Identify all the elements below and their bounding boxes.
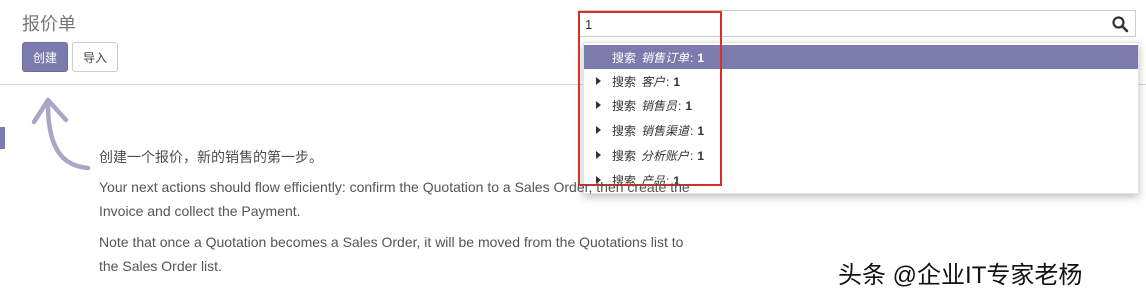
- autocomplete-item-text: 搜索 销售订单: 1: [612, 49, 704, 66]
- item-value: 1: [697, 148, 705, 163]
- item-colon: :: [690, 123, 694, 138]
- import-button[interactable]: 导入: [72, 42, 118, 72]
- item-prefix: 搜索: [612, 123, 637, 138]
- item-field: 分析账户: [641, 148, 690, 163]
- help-paragraph: Note that once a Quotation becomes a Sal…: [99, 234, 684, 274]
- search-autocomplete-dropdown: 搜索 销售订单: 1 搜索 客户: 1 搜索 销售员: 1 搜索 销售渠道: 1 搜索 分析账户:…: [583, 42, 1139, 194]
- create-button[interactable]: 创建: [22, 42, 68, 72]
- expand-caret-icon[interactable]: [596, 151, 601, 159]
- item-colon: :: [690, 148, 694, 163]
- search-icon[interactable]: [1111, 15, 1129, 33]
- curved-arrow-up-icon: [31, 97, 91, 171]
- autocomplete-item-text: 搜索 销售渠道: 1: [612, 122, 704, 139]
- sidebar-edge-marker: [0, 127, 5, 149]
- expand-caret-icon[interactable]: [596, 77, 601, 85]
- item-field: 销售员: [641, 98, 678, 113]
- help-paragraph: Your next actions should flow efficientl…: [99, 179, 690, 219]
- page-title: 报价单: [22, 14, 76, 34]
- autocomplete-item-analytic-account[interactable]: 搜索 分析账户: 1: [584, 143, 1138, 167]
- item-field: 销售订单: [641, 50, 690, 65]
- expand-caret-icon[interactable]: [596, 126, 601, 134]
- item-prefix: 搜索: [612, 74, 637, 89]
- item-colon: :: [678, 98, 682, 113]
- autocomplete-item-customer[interactable]: 搜索 客户: 1: [584, 69, 1138, 93]
- item-field: 销售渠道: [641, 123, 690, 138]
- autocomplete-item-text: 搜索 分析账户: 1: [612, 147, 704, 164]
- item-value: 1: [673, 74, 681, 89]
- search-box[interactable]: [578, 10, 1136, 37]
- item-prefix: 搜索: [612, 50, 637, 65]
- item-prefix: 搜索: [612, 98, 637, 113]
- item-value: 1: [685, 98, 693, 113]
- item-field: 客户: [641, 74, 666, 89]
- item-colon: :: [690, 50, 694, 65]
- autocomplete-item-sales-channel[interactable]: 搜索 销售渠道: 1: [584, 118, 1138, 142]
- watermark: 头条 @企业IT专家老杨: [838, 262, 1083, 289]
- autocomplete-item-text: 搜索 销售员: 1: [612, 97, 692, 114]
- autocomplete-item-sales-order[interactable]: 搜索 销售订单: 1: [584, 45, 1138, 69]
- autocomplete-item-text: 搜索 客户: 1: [612, 73, 680, 90]
- item-colon: :: [666, 74, 670, 89]
- item-prefix: 搜索: [612, 148, 637, 163]
- expand-caret-icon[interactable]: [596, 101, 601, 109]
- search-input[interactable]: [585, 15, 1105, 33]
- help-title: 创建一个报价，新的销售的第一步。: [99, 149, 323, 165]
- item-value: 1: [697, 123, 705, 138]
- autocomplete-item-salesperson[interactable]: 搜索 销售员: 1: [584, 93, 1138, 117]
- item-value: 1: [697, 50, 705, 65]
